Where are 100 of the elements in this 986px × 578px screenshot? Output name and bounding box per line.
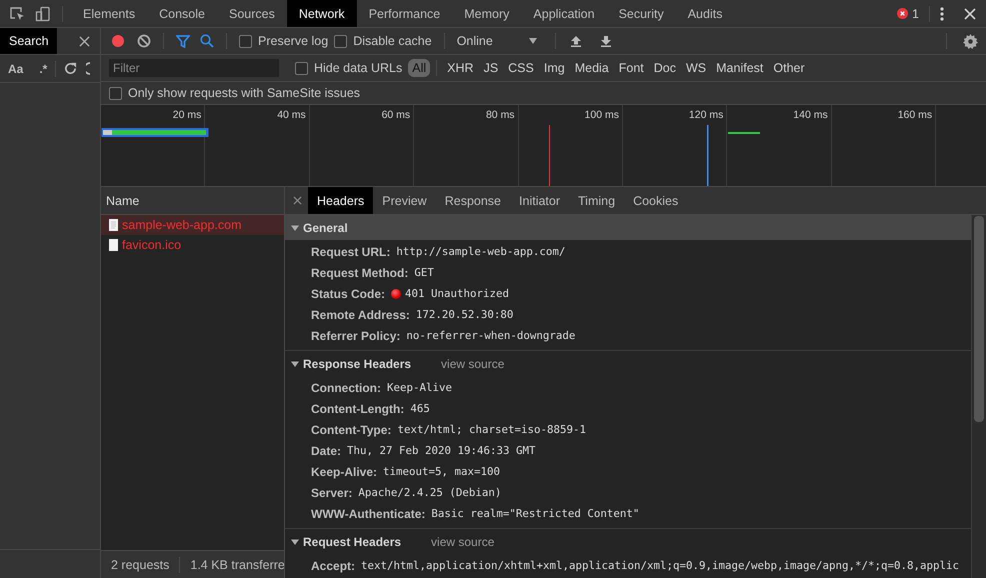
header-value: no-referrer-when-downgrade <box>406 329 576 342</box>
panel-tab[interactable]: Performance <box>356 0 452 27</box>
search-option-toggle[interactable]: Aa <box>8 62 24 76</box>
header-name: Server: <box>311 486 352 500</box>
section-title[interactable]: Response Headers <box>303 356 412 370</box>
panel-tab[interactable]: Network <box>286 0 357 27</box>
header-value: Apache/2.4.25 (Debian) <box>358 486 502 499</box>
search-tab[interactable]: Search <box>0 28 57 54</box>
time-tick-label: 80 ms <box>486 109 515 121</box>
time-tick-label: 140 ms <box>793 109 828 121</box>
settings-icon[interactable] <box>963 34 978 48</box>
header-value: text/html,application/xhtml+xml,application/xml;q=0.9,image/webp,image/apng,*/*;q=0.8,applic <box>361 559 960 572</box>
time-tick-label: 120 ms <box>688 109 724 121</box>
more-menu-icon[interactable] <box>940 6 944 20</box>
search-option-toggle[interactable]: .* <box>39 62 48 76</box>
resource-type-filter[interactable]: Manifest <box>712 59 768 77</box>
header-name: Date: <box>311 444 342 458</box>
header-name: Connection: <box>311 380 381 394</box>
panel-tab[interactable]: Console <box>147 0 217 27</box>
column-header[interactable]: Name <box>101 187 284 215</box>
close-icon[interactable] <box>79 36 90 46</box>
header-name: Accept: <box>311 558 356 572</box>
detail-tab[interactable]: Initiator <box>510 187 570 214</box>
resource-type-filter[interactable]: JS <box>480 59 502 77</box>
header-name: Remote Address: <box>311 308 410 322</box>
dom-content-loaded-line <box>707 125 708 186</box>
resource-type-filter[interactable]: WS <box>682 59 710 77</box>
header-name: Keep-Alive: <box>311 464 378 478</box>
section-title[interactable]: Request Headers <box>303 534 402 548</box>
inspect-element-icon[interactable] <box>9 6 25 22</box>
status-text: 2 requests <box>111 558 170 572</box>
time-tick-label: 20 ms <box>172 109 202 121</box>
load-event-line <box>549 125 550 186</box>
header-name: Status Code: <box>311 286 386 300</box>
resource-type-filter[interactable]: Media <box>570 59 613 77</box>
download-icon[interactable] <box>600 35 612 47</box>
panel-tab[interactable]: Memory <box>452 0 522 27</box>
header-value: 465 <box>410 402 430 415</box>
request-name: favicon.ico <box>122 238 182 252</box>
panel-tab[interactable]: Sources <box>216 0 287 27</box>
header-value: 401 Unauthorized <box>405 287 510 300</box>
expand-triangle-icon[interactable] <box>291 538 299 546</box>
panel-tab[interactable]: Audits <box>676 0 734 27</box>
refresh-icon[interactable] <box>64 62 78 75</box>
time-tick-label: 60 ms <box>382 109 410 121</box>
error-count[interactable]: 1 <box>897 6 919 20</box>
checkbox-option[interactable]: Only show requests with SameSite issues <box>109 86 360 100</box>
time-tick-label: 100 ms <box>584 109 619 121</box>
status-dot-icon <box>391 288 402 298</box>
resource-type-filter[interactable]: XHR <box>443 59 478 77</box>
panel-tab[interactable]: Application <box>521 0 607 27</box>
record-button[interactable] <box>111 34 125 48</box>
checkbox-option[interactable]: Hide data URLs <box>295 61 402 75</box>
status-text: 1.4 KB transferre <box>190 558 284 572</box>
file-icon <box>109 219 118 231</box>
throttling-dropdown[interactable]: Online <box>456 34 543 48</box>
view-source-link[interactable]: view source <box>441 356 504 370</box>
detail-tab[interactable]: Headers <box>308 187 374 214</box>
upload-icon[interactable] <box>570 35 582 47</box>
header-value: text/html; charset=iso-8859-1 <box>397 423 586 436</box>
time-tick-label: 40 ms <box>277 109 306 121</box>
header-value: 172.20.52.30:80 <box>416 308 514 321</box>
detail-tab[interactable]: Response <box>436 187 510 214</box>
detail-tab[interactable]: Cookies <box>624 187 688 214</box>
dropdown-caret-icon <box>528 38 537 44</box>
header-value: Basic realm="Restricted Content" <box>431 507 640 520</box>
scrollbar[interactable] <box>971 215 986 578</box>
header-value: http://sample-web-app.com/ <box>396 245 566 258</box>
checkbox-option[interactable]: Disable cache <box>334 34 432 48</box>
detail-tab[interactable]: Timing <box>569 187 624 214</box>
request-name: sample-web-app.com <box>122 218 242 232</box>
resource-type-filter[interactable]: CSS <box>504 59 538 77</box>
resource-type-filter[interactable]: Other <box>769 59 809 77</box>
search-icon[interactable] <box>200 34 214 48</box>
header-value: GET <box>414 266 434 279</box>
time-tick-label: 160 ms <box>898 109 932 121</box>
panel-tab[interactable]: Security <box>606 0 676 27</box>
close-icon[interactable] <box>964 8 976 20</box>
device-toolbar-icon[interactable] <box>35 6 51 22</box>
panel-tab[interactable]: Elements <box>71 0 148 27</box>
resource-type-filter[interactable]: Doc <box>650 59 680 77</box>
header-name: Content-Length: <box>311 402 404 416</box>
header-value: Keep-Alive <box>387 381 452 394</box>
header-name: Referrer Policy: <box>311 328 400 342</box>
resource-type-filter[interactable]: Font <box>614 59 648 77</box>
resource-type-filter[interactable]: Img <box>540 59 569 77</box>
header-value: timeout=5, max=100 <box>383 465 500 478</box>
header-name: Content-Type: <box>311 422 392 436</box>
file-icon <box>109 239 118 251</box>
request-row[interactable]: favicon.ico <box>101 235 284 255</box>
filter-icon[interactable] <box>176 34 190 48</box>
detail-tab[interactable]: Preview <box>373 187 436 214</box>
header-name: Request URL: <box>311 244 390 258</box>
expand-triangle-icon[interactable] <box>291 360 299 368</box>
expand-triangle-icon[interactable] <box>291 224 299 232</box>
view-source-link[interactable]: view source <box>431 534 494 548</box>
checkbox-option[interactable]: Preserve log <box>239 34 328 48</box>
header-name: WWW-Authenticate: <box>311 506 426 520</box>
section-title[interactable]: General <box>303 220 348 234</box>
filter-field[interactable]: Filter <box>109 59 279 77</box>
